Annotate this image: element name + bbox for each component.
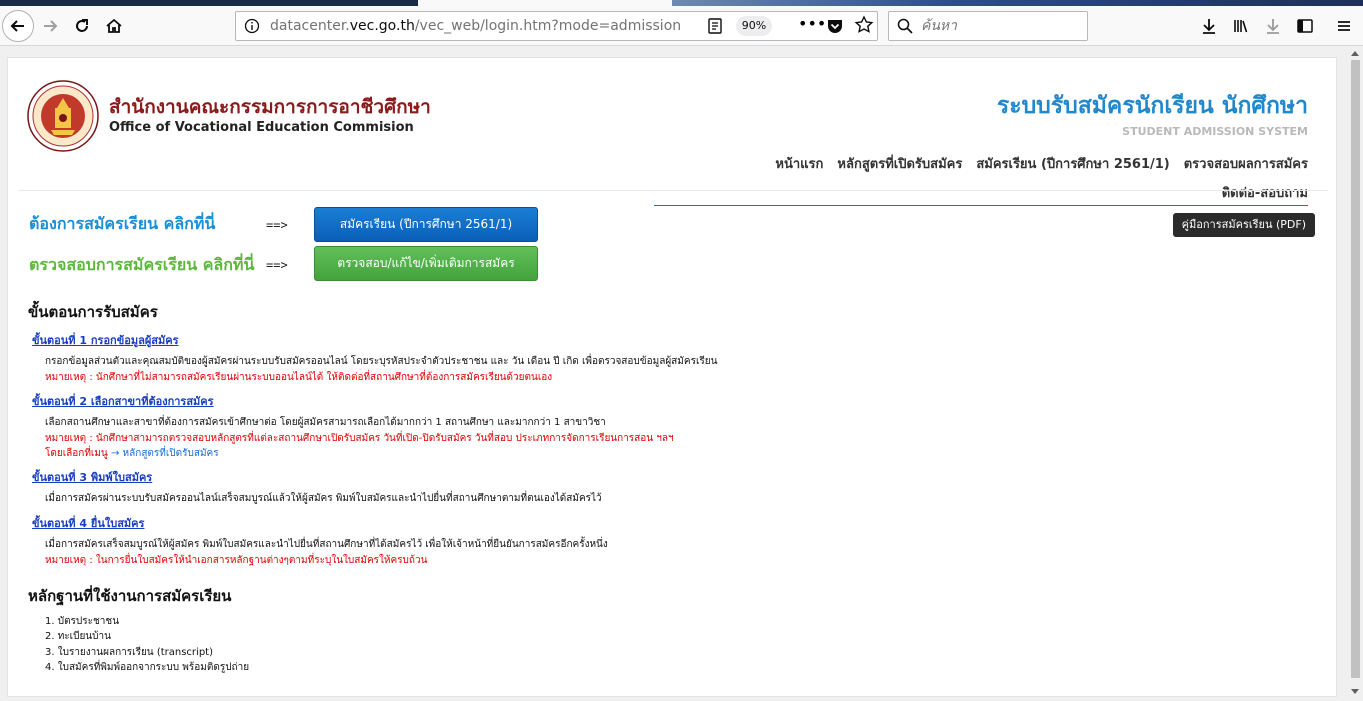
step-4-description: เมื่อการสมัครเสร็จสมบูรณ์ให้ผู้สมัคร พิม… [45, 539, 608, 550]
sidebar-toggle-button[interactable] [1289, 10, 1321, 42]
step-1-note: หมายเหตุ : นักศึกษาที่ไม่สามารถสมัครเรีย… [45, 372, 553, 383]
search-input[interactable] [921, 17, 1081, 35]
check-edit-application-button[interactable]: ตรวจสอบ/แก้ไข/เพิ่มเติมการสมัคร [314, 246, 538, 281]
system-subtitle: STUDENT ADMISSION SYSTEM [1122, 125, 1308, 138]
step-3-description: เมื่อการสมัครผ่านระบบรับสมัครออนไลน์เสร็… [45, 493, 602, 504]
nav-home[interactable]: หน้าแรก [775, 157, 823, 172]
download-arrow-icon [1267, 19, 1279, 34]
top-navigation: หน้าแรก หลักสูตรที่เปิดรับสมัคร สมัครเรียน… [688, 150, 1308, 208]
home-icon [106, 18, 122, 33]
nav-check-results[interactable]: ตรวจสอบผลการสมัคร [1184, 157, 1308, 172]
url-text[interactable]: datacenter.vec.go.th/vec_web/login.htm?m… [270, 18, 681, 34]
scroll-down-arrow-icon[interactable] [1351, 689, 1359, 694]
page-actions-menu-icon[interactable]: ••• [798, 15, 826, 35]
nav-contact[interactable]: ติดต่อ-สอบถาม [1222, 186, 1308, 201]
reload-icon [76, 19, 88, 32]
download-icon [1203, 19, 1215, 34]
forward-button[interactable] [34, 10, 66, 42]
page-container: สำนักงานคณะกรรมการการอาชีวศึกษา Office o… [7, 57, 1337, 697]
org-name-english: Office of Vocational Education Commision [109, 120, 414, 135]
sidebar-icon [1297, 19, 1313, 33]
apply-button[interactable]: สมัครเรียน (ปีการศึกษา 2561/1) [314, 207, 538, 242]
info-icon[interactable] [244, 18, 260, 34]
header-divider [18, 190, 1328, 191]
manual-pdf-button[interactable]: คู่มือการสมัครเรียน (PDF) [1172, 213, 1315, 237]
step-1-description: กรอกข้อมูลส่วนตัวและคุณสมบัติของผู้สมัคร… [45, 356, 718, 367]
nav-apply[interactable]: สมัครเรียน (ปีการศึกษา 2561/1) [976, 157, 1169, 172]
menu-button[interactable] [1328, 10, 1360, 42]
apply-prompt-label: ต้องการสมัครเรียน คลิกที่นี่ [29, 214, 216, 233]
documents-heading: หลักฐานที่ใช้งานการสมัครเรียน [28, 587, 232, 605]
scroll-up-arrow-icon[interactable] [1351, 51, 1359, 56]
step-2-note: หมายเหตุ : นักศึกษาสามารถตรวจสอบหลักสูตร… [45, 433, 674, 444]
browser-viewport: สำนักงานคณะกรรมการการอาชีวศึกษา Office o… [0, 47, 1363, 701]
step-4-note: หมายเหตุ : ในการยื่นใบสมัครให้นำเอกสารหล… [45, 555, 428, 566]
document-item: 3. ใบรายงานผลการเรียน (transcript) [45, 647, 213, 658]
scrollbar-thumb[interactable] [1351, 60, 1360, 678]
browser-toolbar: datacenter.vec.go.th/vec_web/login.htm?m… [0, 6, 1363, 46]
library-button[interactable] [1225, 10, 1257, 42]
url-bar[interactable]: datacenter.vec.go.th/vec_web/login.htm?m… [235, 11, 878, 41]
check-prompt-label: ตรวจสอบการสมัครเรียน คลิกที่นี่ [29, 255, 255, 274]
reload-button[interactable] [66, 10, 98, 42]
back-button[interactable] [2, 10, 34, 42]
zoom-level-badge[interactable]: 90% [736, 16, 772, 36]
search-icon [897, 18, 913, 34]
step-1-link[interactable]: ขั้นตอนที่ 1 กรอกข้อมูลผู้สมัคร [32, 331, 179, 349]
library-icon [1234, 20, 1248, 33]
hamburger-icon [1338, 21, 1350, 31]
download-status-button[interactable] [1257, 10, 1289, 42]
document-item: 1. บัตรประชาชน [45, 616, 120, 627]
check-arrow: ==> [266, 258, 288, 272]
nav-open-courses[interactable]: หลักสูตรที่เปิดรับสมัคร [837, 157, 962, 172]
steps-heading: ขั้นตอนการรับสมัคร [28, 303, 158, 321]
org-name-thai: สำนักงานคณะกรรมการการอาชีวศึกษา [109, 96, 431, 118]
home-button[interactable] [98, 10, 130, 42]
open-courses-link[interactable]: หลักสูตรที่เปิดรับสมัคร [123, 448, 219, 459]
vertical-scrollbar[interactable] [1348, 47, 1363, 701]
arrow-left-icon [10, 20, 24, 32]
step-3-link[interactable]: ขั้นตอนที่ 3 พิมพ์ใบสมัคร [32, 468, 152, 486]
arrow-right-icon [44, 20, 58, 32]
nav-underline [654, 205, 1308, 206]
menu-hint-arrow: → [110, 448, 120, 459]
downloads-button[interactable] [1193, 10, 1225, 42]
document-item: 2. ทะเบียนบ้าน [45, 631, 111, 642]
apply-arrow: ==> [266, 218, 288, 232]
bookmark-star-icon[interactable] [854, 15, 874, 35]
vec-logo-icon [27, 80, 99, 152]
step-4-link[interactable]: ขั้นตอนที่ 4 ยื่นใบสมัคร [32, 514, 144, 532]
menu-hint-prefix: โดยเลือกที่เมนู [45, 448, 108, 459]
reader-view-icon[interactable] [706, 17, 724, 35]
step-2-menu-hint: โดยเลือกที่เมนู → หลักสูตรที่เปิดรับสมัค… [45, 446, 219, 461]
search-bar[interactable] [888, 11, 1088, 41]
step-2-description: เลือกสถานศึกษาและสาขาที่ต้องการสมัครเข้า… [45, 417, 606, 428]
document-item: 4. ใบสมัครที่พิมพ์ออกจากระบบ พร้อมติดรูป… [45, 662, 250, 673]
system-title: ระบบรับสมัครนักเรียน นักศึกษา [996, 93, 1308, 119]
step-2-link[interactable]: ขั้นตอนที่ 2 เลือกสาขาที่ต้องการสมัคร [32, 392, 214, 410]
pocket-icon[interactable] [826, 17, 844, 35]
